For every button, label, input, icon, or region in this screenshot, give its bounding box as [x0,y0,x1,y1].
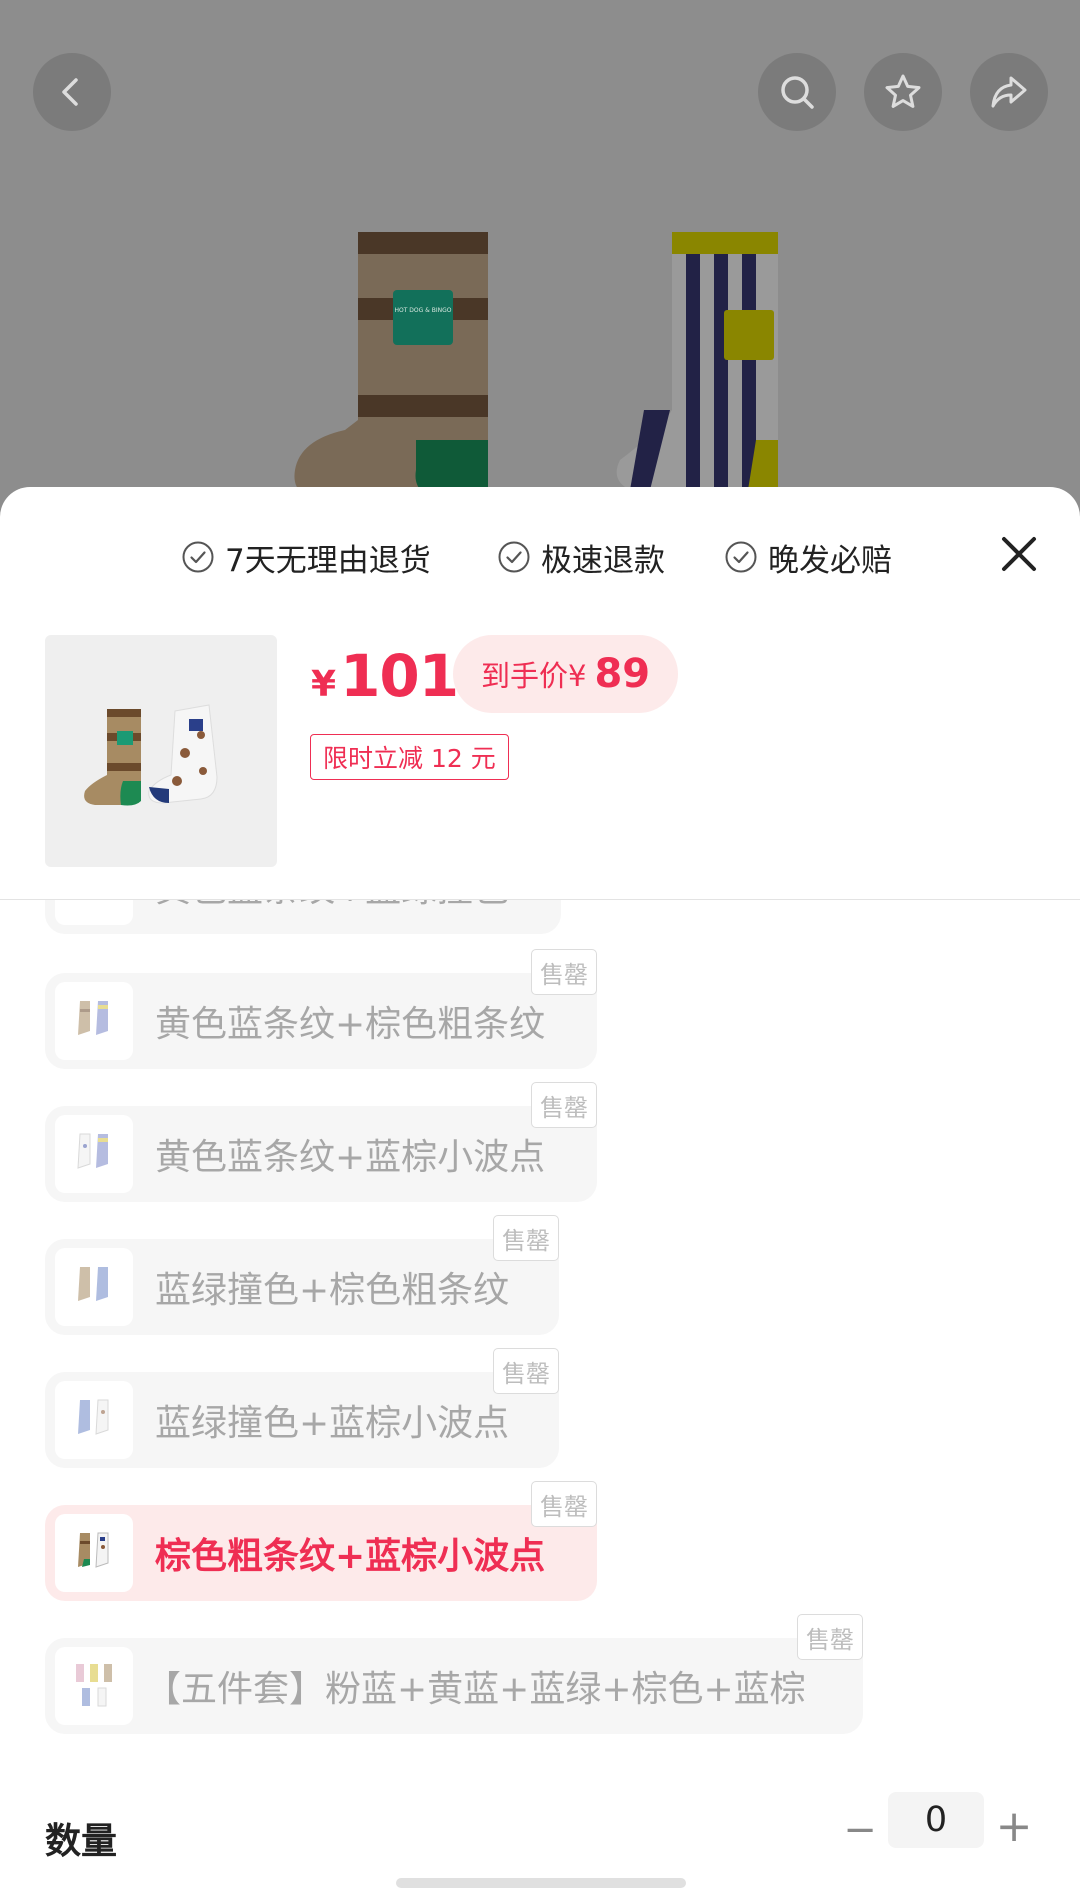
socks-option-image [78,1001,108,1035]
price-currency: ¥ [311,664,337,705]
spec-option[interactable]: 蓝绿撞色+蓝棕小波点 售罄 [45,1348,559,1468]
guarantee-label: 晚发必赔 [768,542,892,579]
socks-option-image [78,1267,108,1301]
quantity-input[interactable]: 0 [888,1792,984,1848]
guarantee-label: 极速退款 [541,542,665,579]
option-thumbnail [55,1248,133,1326]
sold-out-badge: 售罄 [493,1348,559,1394]
chevron-left-icon [62,78,78,106]
brown-sock-illustration: HOT DOG & BINGO [294,232,488,500]
search-icon [781,76,814,109]
sku-selection-sheet: 7天无理由退货 极速退款 晚发必赔 ¥ 101 到手价¥ 89 限时立减 12 … [0,487,1080,1900]
guarantee-return: 7天无理由退货 [181,527,431,587]
final-price-label: 到手价¥ [481,659,587,693]
spec-option[interactable]: 黄色蓝条纹+棕色粗条纹 售罄 [45,949,597,1069]
quantity-decrease-button[interactable]: − [840,1802,880,1858]
close-icon[interactable] [990,525,1048,583]
spec-options-list[interactable]: 黄色蓝条纹+蓝绿撞色 黄色蓝条纹+棕色粗条纹 售罄 黄色蓝条纹+蓝棕小波点 售罄 [0,900,1080,1740]
product-thumbnail[interactable] [45,635,277,867]
check-circle-icon [725,541,757,573]
final-price-pill: 到手价¥ 89 [453,635,679,713]
svg-text:HOT DOG & BINGO: HOT DOG & BINGO [394,307,451,314]
socks-option-image [64,900,124,916]
spec-option[interactable]: 蓝绿撞色+棕色粗条纹 售罄 [45,1215,559,1335]
option-label: 【五件套】粉蓝+黄蓝+蓝绿+棕色+蓝棕 [145,1669,806,1710]
socks-thumbnail-image [84,704,218,806]
search-button[interactable] [758,53,836,131]
home-indicator [396,1878,686,1888]
option-thumbnail [55,1514,133,1592]
share-button[interactable] [970,53,1048,131]
spec-option[interactable]: 黄色蓝条纹+蓝绿撞色 [45,900,561,934]
sold-out-badge: 售罄 [797,1614,863,1660]
check-circle-icon [498,541,530,573]
price-value: 101 [340,642,459,710]
sold-out-badge: 售罄 [493,1215,559,1261]
socks-option-image [78,1532,109,1568]
spec-option[interactable]: 黄色蓝条纹+蓝棕小波点 售罄 [45,1082,597,1202]
option-thumbnail [55,1381,133,1459]
option-thumbnail [55,900,133,925]
price: ¥ 101 [311,642,459,710]
option-label: 蓝绿撞色+蓝棕小波点 [155,1403,510,1444]
final-price-value: 89 [594,651,651,697]
service-guarantees: 7天无理由退货 极速退款 晚发必赔 [0,527,1080,587]
striped-sock-illustration [616,232,778,490]
star-icon [885,74,921,108]
option-label: 黄色蓝条纹+蓝棕小波点 [155,1137,546,1178]
socks-option-image [77,1133,108,1169]
share-icon [991,76,1027,108]
sold-out-badge: 售罄 [531,1082,597,1128]
guarantee-late-delivery: 晚发必赔 [724,527,892,587]
spec-option-selected[interactable]: 棕色粗条纹+蓝棕小波点 售罄 [45,1481,597,1601]
socks-option-image [76,1664,112,1707]
guarantee-label: 7天无理由退货 [225,542,431,579]
sold-out-badge: 售罄 [531,949,597,995]
option-label: 棕色粗条纹+蓝棕小波点 [155,1536,546,1577]
quantity-increase-button[interactable]: + [994,1798,1034,1854]
check-circle-icon [182,541,214,573]
favorite-button[interactable] [864,53,942,131]
option-label: 黄色蓝条纹+蓝绿撞色 [155,900,509,912]
guarantee-refund: 极速退款 [497,527,665,587]
option-label: 蓝绿撞色+棕色粗条纹 [155,1270,510,1311]
option-label: 黄色蓝条纹+棕色粗条纹 [155,1004,546,1045]
option-thumbnail [55,1647,133,1725]
quantity-label: 数量 [45,1821,118,1862]
discount-tag: 限时立减 12 元 [310,734,509,780]
option-thumbnail [55,1115,133,1193]
product-photo: HOT DOG & BINGO [0,0,1080,540]
socks-option-image [78,1399,109,1435]
option-thumbnail [55,982,133,1060]
back-button[interactable] [33,53,111,131]
spec-option[interactable]: 【五件套】粉蓝+黄蓝+蓝绿+棕色+蓝棕 售罄 [45,1614,863,1734]
sold-out-badge: 售罄 [531,1481,597,1527]
